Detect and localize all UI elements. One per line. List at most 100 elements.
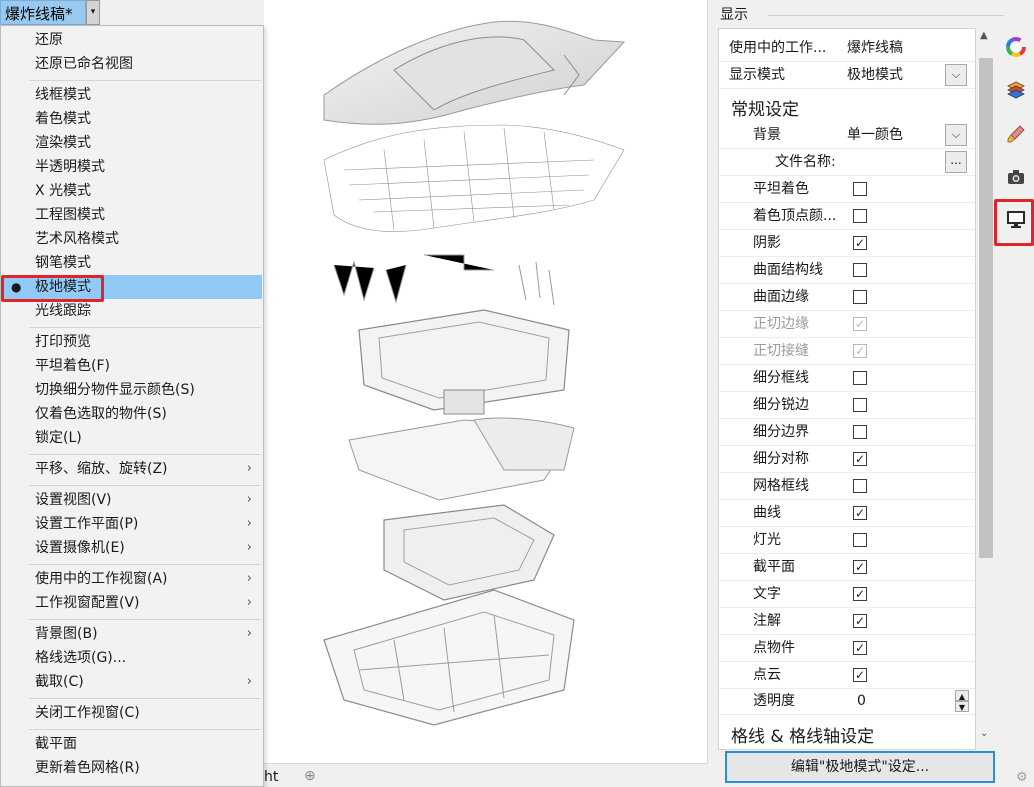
option-checkbox[interactable]: ✓ bbox=[853, 587, 867, 601]
menu-item-label: 截取(C) bbox=[35, 674, 84, 690]
menu-item[interactable]: ● 极地模式 bbox=[2, 275, 262, 299]
option-checkbox[interactable]: ✓ bbox=[853, 506, 867, 520]
material-brush-icon[interactable] bbox=[1005, 123, 1027, 145]
menu-item-label: 渲染模式 bbox=[35, 135, 91, 151]
browse-button[interactable]: ... bbox=[945, 151, 967, 173]
option-checkbox[interactable] bbox=[853, 209, 867, 223]
menu-item[interactable]: 截取(C) › bbox=[2, 670, 262, 694]
add-tab-icon[interactable]: ⊕ bbox=[304, 768, 316, 784]
option-row: 细分锐边 bbox=[719, 392, 975, 419]
transparency-input[interactable]: 0 bbox=[853, 690, 955, 713]
viewport-menu-dropdown-icon[interactable]: ▾ bbox=[86, 0, 100, 25]
option-label: 灯光 bbox=[753, 532, 781, 548]
menu-item[interactable]: 着色模式 bbox=[2, 107, 262, 131]
menu-item[interactable]: 平坦着色(F) bbox=[2, 354, 262, 378]
color-wheel-icon[interactable] bbox=[1005, 36, 1027, 58]
menu-item[interactable]: 设置工作平面(P) › bbox=[2, 512, 262, 536]
chevron-down-icon[interactable]: ⌵ bbox=[945, 124, 967, 146]
option-label: 点云 bbox=[753, 667, 781, 683]
menu-item[interactable]: 半透明模式 bbox=[2, 155, 262, 179]
menu-item[interactable]: 钢笔模式 bbox=[2, 251, 262, 275]
option-label: 曲面结构线 bbox=[753, 262, 823, 278]
chevron-right-icon: › bbox=[246, 540, 252, 555]
option-label: 细分边界 bbox=[753, 424, 809, 440]
settings-gear-icon[interactable]: ⚙ bbox=[1016, 770, 1034, 787]
viewport-tab-label[interactable]: ht bbox=[264, 769, 278, 785]
option-checkbox[interactable] bbox=[853, 371, 867, 385]
chevron-down-icon[interactable]: ⌵ bbox=[945, 64, 967, 86]
menu-item[interactable]: 背景图(B) › bbox=[2, 622, 262, 646]
menu-separator bbox=[29, 619, 261, 620]
camera-icon[interactable] bbox=[1005, 166, 1027, 188]
option-label: 注解 bbox=[753, 613, 781, 629]
display-monitor-icon[interactable] bbox=[1005, 208, 1027, 230]
option-checkbox[interactable] bbox=[853, 290, 867, 304]
menu-item[interactable]: 渲染模式 bbox=[2, 131, 262, 155]
menu-item[interactable]: 工程图模式 bbox=[2, 203, 262, 227]
option-label: 点物件 bbox=[753, 640, 795, 656]
option-checkbox[interactable] bbox=[853, 182, 867, 196]
layers-icon[interactable] bbox=[1005, 79, 1027, 101]
option-row: 截平面 ✓ bbox=[719, 554, 975, 581]
menu-item[interactable]: 线框模式 bbox=[2, 83, 262, 107]
menu-item[interactable]: 切换细分物件显示颜色(S) bbox=[2, 378, 262, 402]
option-checkbox[interactable] bbox=[853, 479, 867, 493]
panel-header-divider bbox=[768, 15, 1004, 16]
option-checkbox[interactable]: ✓ bbox=[853, 641, 867, 655]
transparency-spinner[interactable]: ▲ ▼ bbox=[955, 690, 969, 713]
option-checkbox[interactable]: ✓ bbox=[853, 236, 867, 250]
menu-item[interactable]: 更新着色网格(R) bbox=[2, 756, 262, 780]
menu-item[interactable]: 平移、缩放、旋转(Z) › bbox=[2, 457, 262, 481]
spin-down-icon[interactable]: ▼ bbox=[955, 701, 969, 712]
general-section-title[interactable]: 常规设定 bbox=[731, 95, 799, 120]
option-checkbox[interactable]: ✓ bbox=[853, 668, 867, 682]
grid-section-title[interactable]: 格线 & 格线轴设定 bbox=[731, 722, 874, 747]
menu-item[interactable]: 设置摄像机(E) › bbox=[2, 536, 262, 560]
option-checkbox[interactable] bbox=[853, 533, 867, 547]
menu-item-label: 工程图模式 bbox=[35, 207, 105, 223]
option-row: 曲面边缘 bbox=[719, 284, 975, 311]
menu-item[interactable]: 格线选项(G)... bbox=[2, 646, 262, 670]
chevron-right-icon: › bbox=[246, 492, 252, 507]
option-label: 细分锐边 bbox=[753, 397, 809, 413]
menu-item[interactable]: 截平面 bbox=[2, 732, 262, 756]
edit-display-mode-button[interactable]: 编辑"极地模式"设定... bbox=[725, 751, 995, 783]
option-row: 细分对称 ✓ bbox=[719, 446, 975, 473]
menu-item[interactable]: 仅着色选取的物件(S) bbox=[2, 402, 262, 426]
chevron-right-icon: › bbox=[246, 595, 252, 610]
option-label: 曲线 bbox=[753, 505, 781, 521]
menu-item[interactable]: 关闭工作视窗(C) bbox=[2, 701, 262, 725]
menu-item[interactable]: X 光模式 bbox=[2, 179, 262, 203]
filename-field[interactable] bbox=[843, 151, 943, 174]
option-checkbox: ✓ bbox=[853, 344, 867, 358]
option-checkbox[interactable] bbox=[853, 398, 867, 412]
option-checkbox[interactable]: ✓ bbox=[853, 452, 867, 466]
display-mode-row: 显示模式 极地模式 ⌵ bbox=[719, 62, 975, 89]
display-properties: 使用中的工作... 爆炸线稿 显示模式 极地模式 ⌵ 常规设定 背景 单一颜色 … bbox=[718, 28, 976, 750]
viewport-title[interactable]: 爆炸线稿* bbox=[0, 0, 86, 25]
viewport-canvas[interactable] bbox=[264, 0, 708, 764]
active-viewport-field[interactable]: 爆炸线稿 bbox=[843, 37, 965, 60]
menu-item[interactable]: 还原 bbox=[2, 28, 262, 52]
option-checkbox[interactable]: ✓ bbox=[853, 614, 867, 628]
filename-row: 文件名称: ... bbox=[719, 149, 975, 176]
option-checkbox[interactable] bbox=[853, 425, 867, 439]
spin-up-icon[interactable]: ▲ bbox=[955, 690, 969, 701]
menu-item-label: 背景图(B) bbox=[35, 626, 98, 642]
menu-item[interactable]: 光线跟踪 bbox=[2, 299, 262, 323]
menu-item[interactable]: 使用中的工作视窗(A) › bbox=[2, 567, 262, 591]
menu-item[interactable]: 还原已命名视图 bbox=[2, 52, 262, 76]
chevron-right-icon: › bbox=[246, 674, 252, 689]
scroll-down-icon[interactable]: ⌄ bbox=[980, 728, 988, 739]
menu-item-label: 仅着色选取的物件(S) bbox=[35, 406, 167, 422]
option-checkbox[interactable] bbox=[853, 263, 867, 277]
option-checkbox[interactable]: ✓ bbox=[853, 560, 867, 574]
menu-item[interactable]: 工作视窗配置(V) › bbox=[2, 591, 262, 615]
menu-item[interactable]: 打印预览 bbox=[2, 330, 262, 354]
menu-separator bbox=[29, 698, 261, 699]
scroll-up-icon[interactable]: ▲ bbox=[980, 30, 988, 41]
menu-item[interactable]: 艺术风格模式 bbox=[2, 227, 262, 251]
menu-item[interactable]: 设置视图(V) › bbox=[2, 488, 262, 512]
menu-item[interactable]: 锁定(L) bbox=[2, 426, 262, 450]
display-mode-label: 显示模式 bbox=[729, 67, 785, 83]
